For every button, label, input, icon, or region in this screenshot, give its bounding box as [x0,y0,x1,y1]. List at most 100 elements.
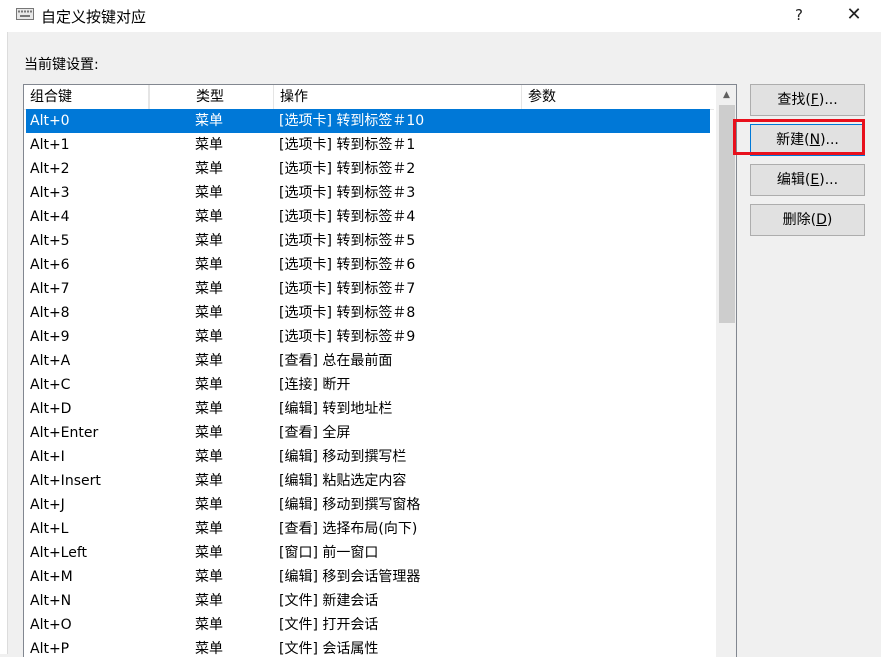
action-cell: [编辑] 移动到撰写栏 [279,449,407,465]
scrollbar-thumb[interactable] [719,105,735,323]
table-row[interactable]: Alt+O 菜单 [文件] 打开会话 [24,613,714,637]
key-cell: Alt+L [30,521,69,537]
table-row[interactable]: Alt+M 菜单 [编辑] 移到会话管理器 [24,565,714,589]
action-cell: [选项卡] 转到标签＃5 [279,233,416,249]
key-cell: Alt+3 [30,185,70,201]
table-row[interactable]: Alt+P 菜单 [文件] 会话属性 [24,637,714,657]
type-cell: 菜单 [195,497,223,513]
keyboard-icon [16,8,34,20]
table-row[interactable]: Alt+Insert 菜单 [编辑] 粘贴选定内容 [24,469,714,493]
column-separator [149,85,150,109]
close-button[interactable]: ✕ [832,0,876,30]
key-cell: Alt+4 [30,209,70,225]
key-cell: Alt+1 [30,137,70,153]
table-row[interactable]: Alt+2 菜单 [选项卡] 转到标签＃2 [24,157,714,181]
type-cell: 菜单 [195,377,223,393]
key-cell: Alt+D [30,401,72,417]
key-cell: Alt+P [30,641,70,657]
table-row[interactable]: Alt+5 菜单 [选项卡] 转到标签＃5 [24,229,714,253]
action-cell: [选项卡] 转到标签＃8 [279,305,416,321]
key-cell: Alt+Left [30,545,88,561]
table-row[interactable]: Alt+J 菜单 [编辑] 移动到撰写窗格 [24,493,714,517]
column-header-type[interactable]: 类型 [190,85,274,109]
action-cell: [选项卡] 转到标签＃1 [279,137,416,153]
key-cell: Alt+I [30,449,65,465]
table-row[interactable]: Alt+3 菜单 [选项卡] 转到标签＃3 [24,181,714,205]
action-cell: [查看] 总在最前面 [279,353,393,369]
new-button[interactable]: 新建(N)... [750,124,865,156]
table-row[interactable]: Alt+Left 菜单 [窗口] 前一窗口 [24,541,714,565]
key-mapping-list[interactable]: 组合键 类型 操作 参数 Alt+0 菜单 [选项卡] 转到标签＃10 Alt+1 菜单… [23,84,737,657]
type-cell: 菜单 [195,257,223,273]
action-cell: [编辑] 移到会话管理器 [279,569,421,585]
column-header-action[interactable]: 操作 [274,85,522,109]
key-cell: Alt+0 [30,113,70,129]
key-cell: Alt+8 [30,305,70,321]
type-cell: 菜单 [195,425,223,441]
action-cell: [文件] 打开会话 [279,617,379,633]
column-header-param[interactable]: 参数 [522,85,714,109]
action-cell: [编辑] 转到地址栏 [279,401,393,417]
help-button[interactable]: ? [777,0,821,30]
background-window-edge [0,0,8,654]
type-cell: 菜单 [195,113,223,129]
type-cell: 菜单 [195,449,223,465]
edit-button[interactable]: 编辑(E)... [750,164,865,196]
table-row[interactable]: Alt+4 菜单 [选项卡] 转到标签＃4 [24,205,714,229]
table-row[interactable]: Alt+6 菜单 [选项卡] 转到标签＃6 [24,253,714,277]
type-cell: 菜单 [195,353,223,369]
table-row[interactable]: Alt+L 菜单 [查看] 选择布局(向下) [24,517,714,541]
type-cell: 菜单 [195,185,223,201]
table-row[interactable]: Alt+I 菜单 [编辑] 移动到撰写栏 [24,445,714,469]
key-cell: Alt+J [30,497,65,513]
table-row[interactable]: Alt+1 菜单 [选项卡] 转到标签＃1 [24,133,714,157]
table-row[interactable]: Alt+C 菜单 [连接] 断开 [24,373,714,397]
key-cell: Alt+9 [30,329,70,345]
key-cell: Alt+2 [30,161,70,177]
type-cell: 菜单 [195,137,223,153]
current-key-settings-label: 当前键设置: [24,57,99,73]
key-cell: Alt+5 [30,233,70,249]
key-cell: Alt+O [30,617,72,633]
action-cell: [选项卡] 转到标签＃3 [279,185,416,201]
scroll-up-icon[interactable]: ▲ [717,85,736,105]
key-cell: Alt+Insert [30,473,101,489]
table-row[interactable]: Alt+Enter 菜单 [查看] 全屏 [24,421,714,445]
list-rows: Alt+0 菜单 [选项卡] 转到标签＃10 Alt+1 菜单 [选项卡] 转到标签＃1 A… [24,109,714,657]
action-cell: [窗口] 前一窗口 [279,545,379,561]
action-cell: [选项卡] 转到标签＃9 [279,329,416,345]
action-cell: [查看] 全屏 [279,425,351,441]
action-cell: [编辑] 移动到撰写窗格 [279,497,421,513]
table-row[interactable]: Alt+9 菜单 [选项卡] 转到标签＃9 [24,325,714,349]
key-cell: Alt+7 [30,281,70,297]
action-cell: [选项卡] 转到标签＃6 [279,257,416,273]
type-cell: 菜单 [195,521,223,537]
table-row[interactable]: Alt+D 菜单 [编辑] 转到地址栏 [24,397,714,421]
type-cell: 菜单 [195,617,223,633]
window-title: 自定义按键对应 [41,8,147,26]
action-cell: [选项卡] 转到标签＃7 [279,281,416,297]
action-cell: [查看] 选择布局(向下) [279,521,418,537]
type-cell: 菜单 [195,161,223,177]
type-cell: 菜单 [195,281,223,297]
table-row[interactable]: Alt+N 菜单 [文件] 新建会话 [24,589,714,613]
key-cell: Alt+N [30,593,72,609]
table-row[interactable]: Alt+0 菜单 [选项卡] 转到标签＃10 [26,109,710,133]
type-cell: 菜单 [195,593,223,609]
action-cell: [选项卡] 转到标签＃4 [279,209,416,225]
table-row[interactable]: Alt+A 菜单 [查看] 总在最前面 [24,349,714,373]
type-cell: 菜单 [195,545,223,561]
table-row[interactable]: Alt+8 菜单 [选项卡] 转到标签＃8 [24,301,714,325]
column-header-key[interactable]: 组合键 [24,85,149,109]
table-row[interactable]: Alt+7 菜单 [选项卡] 转到标签＃7 [24,277,714,301]
list-header: 组合键 类型 操作 参数 [24,85,714,110]
find-button[interactable]: 查找(F)... [750,84,865,116]
action-cell: [选项卡] 转到标签＃2 [279,161,416,177]
type-cell: 菜单 [195,569,223,585]
vertical-scrollbar[interactable]: ▲ [716,85,736,657]
action-cell: [编辑] 粘贴选定内容 [279,473,407,489]
action-cell: [文件] 会话属性 [279,641,379,657]
delete-button[interactable]: 删除(D) [750,204,865,236]
type-cell: 菜单 [195,641,223,657]
type-cell: 菜单 [195,305,223,321]
